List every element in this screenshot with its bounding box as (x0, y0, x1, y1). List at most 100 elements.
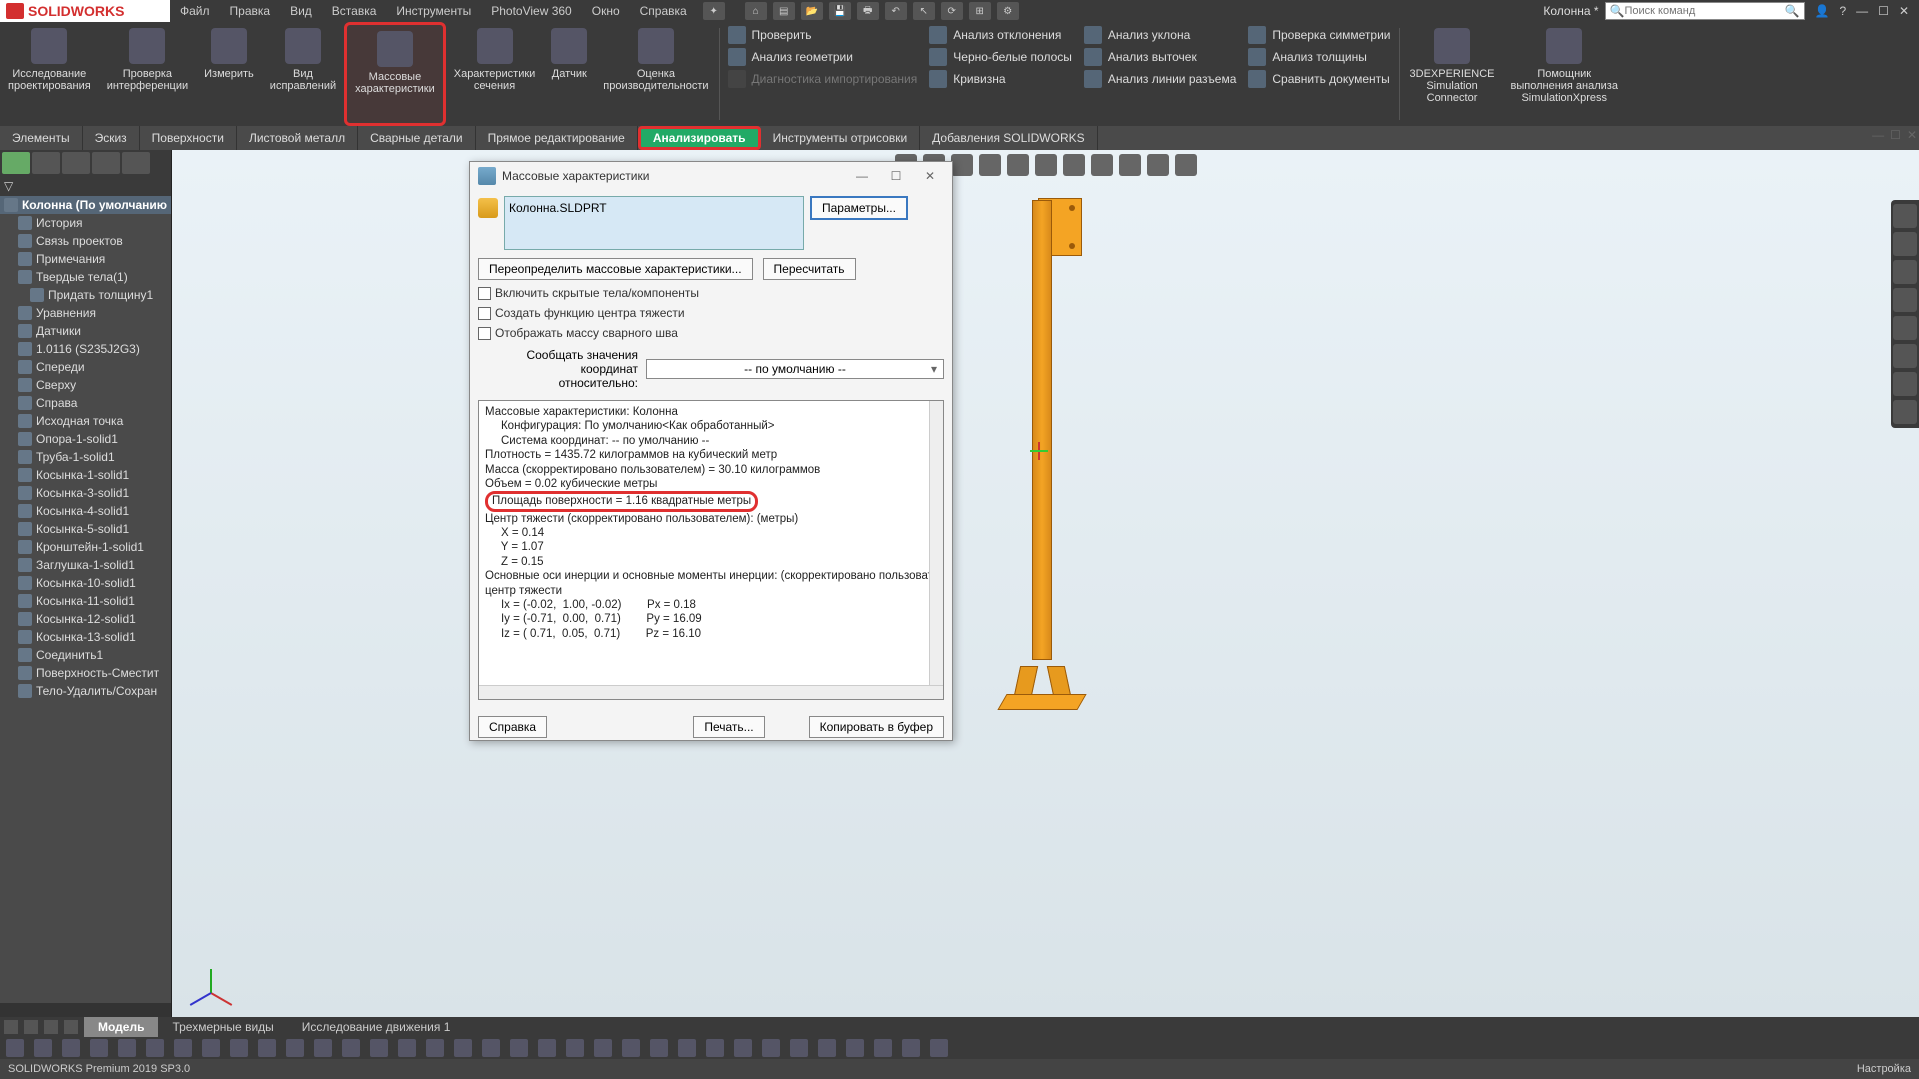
sketch-tool-icon[interactable] (258, 1039, 276, 1057)
play-icon[interactable] (44, 1020, 58, 1034)
tree-item[interactable]: Косынка-1-solid1 (0, 466, 171, 484)
vp-close-icon[interactable]: ✕ (1907, 128, 1917, 142)
maximize-icon[interactable]: ☐ (1878, 4, 1889, 18)
view-orient-icon[interactable] (1007, 154, 1029, 176)
ribbon-3DEXPERIENCE[interactable]: 3DEXPERIENCE Simulation Connector (1402, 22, 1503, 126)
tree-horizontal-scrollbar[interactable] (0, 1003, 171, 1017)
sketch-tool-icon[interactable] (118, 1039, 136, 1057)
design-library-icon[interactable] (1893, 260, 1917, 284)
tree-item[interactable]: Труба-1-solid1 (0, 448, 171, 466)
tab-Добавления SOLIDWORKS[interactable]: Добавления SOLIDWORKS (920, 126, 1098, 150)
tree-item[interactable]: Датчики (0, 322, 171, 340)
dialog-maximize-icon[interactable]: ☐ (882, 169, 910, 183)
menu-инструменты[interactable]: Инструменты (386, 4, 481, 18)
recalc-button[interactable]: Пересчитать (763, 258, 856, 280)
custom-props-icon[interactable] (1893, 372, 1917, 396)
coord-system-select[interactable]: -- по умолчанию -- (646, 359, 944, 379)
new-icon[interactable]: ▤ (773, 2, 795, 20)
sketch-tool-icon[interactable] (510, 1039, 528, 1057)
print-button[interactable]: Печать... (693, 716, 764, 738)
params-button[interactable]: Параметры... (810, 196, 908, 220)
sketch-tool-icon[interactable] (370, 1039, 388, 1057)
rebuild-icon[interactable]: ⟳ (941, 2, 963, 20)
section-view-icon[interactable] (979, 154, 1001, 176)
sketch-tool-icon[interactable] (846, 1039, 864, 1057)
pin-icon[interactable]: ✦ (703, 2, 725, 20)
menu-photoview 360[interactable]: PhotoView 360 (481, 4, 582, 18)
bottom-tab-Модель[interactable]: Модель (84, 1017, 158, 1037)
tree-item[interactable]: Справа (0, 394, 171, 412)
sketch-tool-icon[interactable] (286, 1039, 304, 1057)
menu-окно[interactable]: Окно (582, 4, 630, 18)
help-icon[interactable]: ? (1839, 4, 1846, 18)
display-style-icon[interactable] (1035, 154, 1057, 176)
tree-item[interactable]: Сверху (0, 376, 171, 394)
sketch-tool-icon[interactable] (762, 1039, 780, 1057)
sketch-tool-icon[interactable] (90, 1039, 108, 1057)
home-icon[interactable]: ⌂ (745, 2, 767, 20)
search-input[interactable] (1624, 5, 1784, 17)
sketch-tool-icon[interactable] (398, 1039, 416, 1057)
vp-minimize-icon[interactable]: — (1872, 128, 1884, 142)
ribbon-Измерить[interactable]: Измерить (196, 22, 262, 126)
copy-button[interactable]: Копировать в буфер (809, 716, 944, 738)
sketch-tool-icon[interactable] (930, 1039, 948, 1057)
forum-pane-icon[interactable] (1893, 400, 1917, 424)
options-icon[interactable]: ⊞ (969, 2, 991, 20)
tree-filter-row[interactable]: ▽ (0, 176, 171, 196)
override-button[interactable]: Переопределить массовые характеристики..… (478, 258, 753, 280)
sketch-tool-icon[interactable] (342, 1039, 360, 1057)
tab-Поверхности[interactable]: Поверхности (140, 126, 237, 150)
tab-Сварные детали[interactable]: Сварные детали (358, 126, 476, 150)
display-manager-tab[interactable] (122, 152, 150, 174)
tree-item[interactable]: Спереди (0, 358, 171, 376)
vp-maximize-icon[interactable]: ☐ (1890, 128, 1901, 142)
resources-pane-icon[interactable] (1893, 232, 1917, 256)
show-weld-mass-checkbox[interactable] (478, 327, 491, 340)
tab-Прямое редактирование[interactable]: Прямое редактирование (476, 126, 638, 150)
config-manager-tab[interactable] (62, 152, 90, 174)
ribbon-mini-Проверить[interactable]: Проверить (728, 26, 918, 44)
sketch-tool-icon[interactable] (594, 1039, 612, 1057)
ribbon-mini-Анализ толщины[interactable]: Анализ толщины (1248, 48, 1390, 66)
tree-item[interactable]: Косынка-5-solid1 (0, 520, 171, 538)
sketch-tool-icon[interactable] (6, 1039, 24, 1057)
tree-item[interactable]: Связь проектов (0, 232, 171, 250)
ribbon-mini-Сравнить документы[interactable]: Сравнить документы (1248, 70, 1390, 88)
feature-tree-tab[interactable] (2, 152, 30, 174)
ribbon-Помощник[interactable]: Помощник выполнения анализа SimulationXp… (1503, 22, 1626, 126)
tree-item[interactable]: Косынка-4-solid1 (0, 502, 171, 520)
search-go-icon[interactable]: 🔍 (1785, 4, 1800, 18)
sketch-tool-icon[interactable] (790, 1039, 808, 1057)
sketch-tool-icon[interactable] (230, 1039, 248, 1057)
dimxpert-tab[interactable] (92, 152, 120, 174)
ribbon-Вид[interactable]: Вид исправлений (262, 22, 344, 126)
ribbon-Датчик[interactable]: Датчик (543, 22, 595, 126)
tree-item[interactable]: Косынка-12-solid1 (0, 610, 171, 628)
tree-item[interactable]: Поверхность-Сместит (0, 664, 171, 682)
tab-Элементы[interactable]: Элементы (0, 126, 83, 150)
bottom-tab-Трехмерные виды[interactable]: Трехмерные виды (158, 1017, 287, 1037)
tree-item[interactable]: История (0, 214, 171, 232)
save-icon[interactable]: 💾 (829, 2, 851, 20)
tab-Эскиз[interactable]: Эскиз (83, 126, 140, 150)
tree-item[interactable]: Заглушка-1-solid1 (0, 556, 171, 574)
sketch-tool-icon[interactable] (566, 1039, 584, 1057)
tab-Листовой металл[interactable]: Листовой металл (237, 126, 358, 150)
sketch-tool-icon[interactable] (34, 1039, 52, 1057)
rewind-start-icon[interactable] (4, 1020, 18, 1034)
tree-item[interactable]: Твердые тела(1) (0, 268, 171, 286)
ribbon-mini-Черно-белые полосы[interactable]: Черно-белые полосы (929, 48, 1072, 66)
sketch-tool-icon[interactable] (538, 1039, 556, 1057)
selected-file-box[interactable]: Колонна.SLDPRT (504, 196, 804, 250)
tree-root[interactable]: Колонна (По умолчанию (0, 196, 171, 214)
tree-item[interactable]: Кронштейн-1-solid1 (0, 538, 171, 556)
close-icon[interactable]: ✕ (1899, 4, 1909, 18)
scene-icon[interactable] (1119, 154, 1141, 176)
appearances-pane-icon[interactable] (1893, 344, 1917, 368)
create-com-checkbox[interactable] (478, 307, 491, 320)
sketch-tool-icon[interactable] (622, 1039, 640, 1057)
ribbon-mini-Анализ линии разъема[interactable]: Анализ линии разъема (1084, 70, 1236, 88)
ribbon-Массовые[interactable]: Массовые характеристики (344, 22, 446, 126)
dialog-titlebar[interactable]: Массовые характеристики — ☐ ✕ (470, 162, 952, 190)
